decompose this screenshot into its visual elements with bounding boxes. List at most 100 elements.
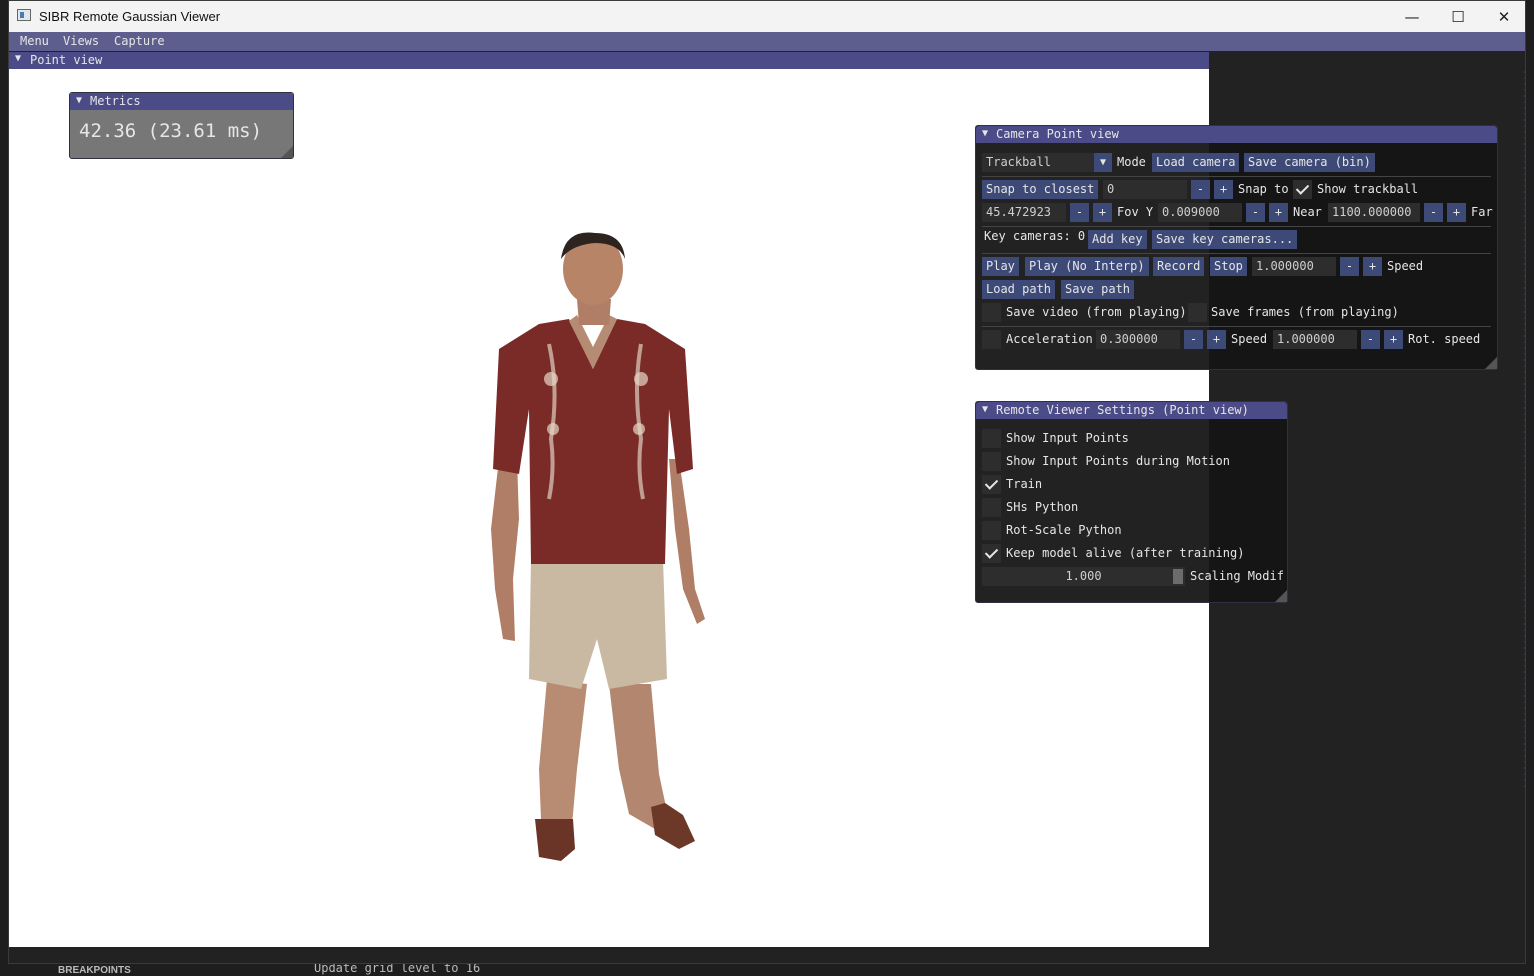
save-key-cameras-button[interactable]: Save key cameras... xyxy=(1152,230,1298,249)
mode-select-value: Trackball xyxy=(986,155,1052,169)
play-no-interp-button[interactable]: Play (No Interp) xyxy=(1025,257,1149,276)
resize-grip-icon[interactable] xyxy=(1485,357,1497,369)
speed2-label: Speed xyxy=(1231,332,1268,346)
train-checkbox[interactable] xyxy=(982,475,1001,494)
app-window: SIBR Remote Gaussian Viewer — ☐ ✕ Menu V… xyxy=(8,0,1526,964)
show-input-points-motion-checkbox[interactable] xyxy=(982,452,1001,471)
save-path-button[interactable]: Save path xyxy=(1061,280,1135,299)
far-input[interactable]: 1100.000000 xyxy=(1328,203,1420,222)
fps-readout: 42.36 (23.61 ms) xyxy=(79,120,263,142)
camera-panel-header[interactable]: ▼ Camera Point view xyxy=(976,126,1497,143)
train-label: Train xyxy=(1006,477,1043,491)
menu-item-menu[interactable]: Menu xyxy=(20,34,49,48)
speed-input[interactable]: 1.000000 xyxy=(1252,257,1336,276)
save-video-checkbox[interactable] xyxy=(982,303,1001,322)
speed-plus-button[interactable]: + xyxy=(1363,257,1382,276)
remote-panel-header[interactable]: ▼ Remote Viewer Settings (Point view) xyxy=(976,402,1287,419)
near-plus-button[interactable]: + xyxy=(1269,203,1288,222)
add-key-button[interactable]: Add key xyxy=(1088,230,1147,249)
resize-grip-icon[interactable] xyxy=(281,146,293,158)
load-camera-button[interactable]: Load camera xyxy=(1152,153,1240,172)
show-input-points-label: Show Input Points xyxy=(1006,431,1129,445)
save-frames-label: Save frames (from playing) xyxy=(1211,305,1399,319)
rot-speed-label: Rot. speed xyxy=(1408,332,1481,346)
title-bar: SIBR Remote Gaussian Viewer — ☐ ✕ xyxy=(9,1,1525,32)
chevron-down-icon[interactable]: ▼ xyxy=(1094,153,1112,172)
show-input-points-checkbox[interactable] xyxy=(982,429,1001,448)
point-view-header[interactable]: ▼ Point view xyxy=(9,52,1209,69)
keep-model-alive-label: Keep model alive (after training) xyxy=(1006,546,1245,560)
shs-python-label: SHs Python xyxy=(1006,500,1079,514)
show-trackball-checkbox[interactable] xyxy=(1293,180,1312,199)
collapse-triangle-icon[interactable]: ▼ xyxy=(15,53,21,64)
rot-scale-python-label: Rot-Scale Python xyxy=(1006,523,1122,537)
near-label: Near xyxy=(1293,205,1322,219)
menu-item-capture[interactable]: Capture xyxy=(114,34,165,48)
save-video-label: Save video (from playing) xyxy=(1006,305,1187,319)
scaling-modifier-label: Scaling Modif xyxy=(1190,569,1284,583)
collapse-triangle-icon[interactable]: ▼ xyxy=(982,404,988,415)
snap-minus-button[interactable]: - xyxy=(1191,180,1210,199)
point-view-title: Point view xyxy=(30,53,103,67)
app-icon xyxy=(17,9,31,21)
acceleration-minus-button[interactable]: - xyxy=(1184,330,1203,349)
collapse-triangle-icon[interactable]: ▼ xyxy=(76,95,82,106)
fov-input[interactable]: 45.472923 xyxy=(982,203,1066,222)
show-trackball-label: Show trackball xyxy=(1317,182,1419,196)
scaling-modifier-slider[interactable]: 1.000 xyxy=(982,567,1185,586)
camera-panel-title: Camera Point view xyxy=(996,127,1119,141)
snap-to-label: Snap to xyxy=(1238,182,1289,196)
rendered-person-image xyxy=(491,232,705,861)
shs-python-checkbox[interactable] xyxy=(982,498,1001,517)
key-cameras-label: Key cameras: 0 xyxy=(984,229,1086,243)
stop-button[interactable]: Stop xyxy=(1210,257,1247,276)
snap-to-closest-button[interactable]: Snap to closest xyxy=(982,180,1099,199)
speed-minus-button[interactable]: - xyxy=(1340,257,1359,276)
slider-grab-handle[interactable] xyxy=(1173,569,1183,584)
metrics-title: Metrics xyxy=(90,94,141,108)
far-minus-button[interactable]: - xyxy=(1424,203,1443,222)
window-title: SIBR Remote Gaussian Viewer xyxy=(39,9,221,24)
maximize-icon[interactable]: ☐ xyxy=(1435,1,1481,32)
menu-item-views[interactable]: Views xyxy=(63,34,99,48)
near-input[interactable]: 0.009000 xyxy=(1158,203,1242,222)
acceleration-label: Acceleration xyxy=(1006,332,1093,346)
fov-plus-button[interactable]: + xyxy=(1093,203,1112,222)
acceleration-checkbox[interactable] xyxy=(982,330,1001,349)
rot-scale-python-checkbox[interactable] xyxy=(982,521,1001,540)
far-plus-button[interactable]: + xyxy=(1447,203,1466,222)
fov-label: Fov Y xyxy=(1117,205,1154,219)
speed2-input[interactable]: 1.000000 xyxy=(1273,330,1357,349)
fov-minus-button[interactable]: - xyxy=(1070,203,1089,222)
snap-plus-button[interactable]: + xyxy=(1214,180,1233,199)
speed-label: Speed xyxy=(1387,259,1424,273)
record-button[interactable]: Record xyxy=(1153,257,1205,276)
far-label: Far xyxy=(1471,205,1493,219)
camera-panel: ▼ Camera Point view Trackball ▼ Mode Loa… xyxy=(975,125,1498,370)
editor-minimap xyxy=(1524,71,1525,791)
acceleration-plus-button[interactable]: + xyxy=(1207,330,1226,349)
metrics-header[interactable]: ▼ Metrics xyxy=(70,93,293,110)
scaling-modifier-value: 1.000 xyxy=(1065,569,1102,583)
collapse-triangle-icon[interactable]: ▼ xyxy=(982,128,988,139)
speed2-minus-button[interactable]: - xyxy=(1361,330,1380,349)
acceleration-input[interactable]: 0.300000 xyxy=(1096,330,1180,349)
menu-bar: Menu Views Capture xyxy=(9,32,1525,51)
speed2-plus-button[interactable]: + xyxy=(1384,330,1403,349)
play-button[interactable]: Play xyxy=(982,257,1019,276)
mode-label: Mode xyxy=(1117,155,1146,169)
save-camera-button[interactable]: Save camera (bin) xyxy=(1244,153,1375,172)
resize-grip-icon[interactable] xyxy=(1275,590,1287,602)
remote-viewer-panel: ▼ Remote Viewer Settings (Point view) Sh… xyxy=(975,401,1288,603)
minimize-icon[interactable]: — xyxy=(1389,1,1435,32)
remote-panel-title: Remote Viewer Settings (Point view) xyxy=(996,403,1249,417)
load-path-button[interactable]: Load path xyxy=(982,280,1056,299)
metrics-panel: ▼ Metrics 42.36 (23.61 ms) xyxy=(69,92,294,159)
snap-index-input[interactable]: 0 xyxy=(1103,180,1187,199)
mode-select[interactable]: Trackball xyxy=(982,153,1110,172)
close-icon[interactable]: ✕ xyxy=(1481,1,1525,32)
save-frames-checkbox[interactable] xyxy=(1188,303,1207,322)
show-input-points-motion-label: Show Input Points during Motion xyxy=(1006,454,1230,468)
keep-model-alive-checkbox[interactable] xyxy=(982,544,1001,563)
near-minus-button[interactable]: - xyxy=(1246,203,1265,222)
